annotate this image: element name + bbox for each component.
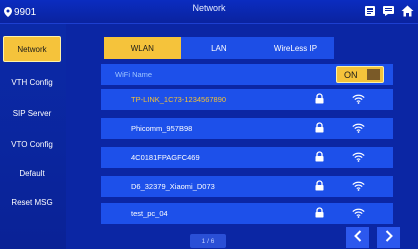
sidebar-item-network[interactable]: Network (3, 36, 61, 62)
lock-icon (315, 180, 324, 193)
main-panel: WLAN LAN WireLess IP WiFi Name ON TP-LIN… (66, 24, 418, 249)
top-bar: 9901 Network (0, 0, 418, 24)
wifi-signal-icon (352, 123, 365, 135)
previous-page-button[interactable] (346, 227, 369, 248)
wifi-signal-icon (352, 208, 365, 220)
wifi-name-label: WiFi Name (115, 70, 153, 79)
wifi-ssid: 4C0181FPAGFC469 (131, 153, 200, 162)
sidebar-item-label: SIP Server (12, 108, 52, 118)
home-icon[interactable] (401, 4, 414, 22)
wifi-ssid: Phicomm_957B98 (131, 124, 193, 133)
sidebar: Network VTH Config SIP Server VTO Config… (0, 24, 66, 249)
wifi-network-row[interactable]: test_pc_04 (101, 203, 393, 224)
wifi-ssid: test_pc_04 (131, 209, 168, 218)
chevron-right-icon (385, 229, 393, 247)
wifi-toggle[interactable]: ON (336, 66, 384, 83)
sidebar-item-default[interactable]: Default (3, 160, 61, 186)
wifi-signal-icon (352, 94, 365, 106)
wifi-ssid: TP-LINK_1C73-1234567890 (131, 95, 227, 104)
wifi-toggle-label: ON (344, 70, 358, 80)
tab-wireless-ip[interactable]: WireLess IP (257, 37, 334, 59)
wifi-network-row[interactable]: Phicomm_957B98 (101, 118, 393, 139)
message-icon[interactable] (382, 4, 395, 22)
book-icon[interactable] (364, 4, 376, 22)
wifi-header-row: WiFi Name ON (101, 64, 393, 85)
sidebar-item-vto-config[interactable]: VTO Config (3, 131, 61, 157)
toggle-knob (367, 69, 380, 80)
lock-icon (315, 207, 324, 220)
sidebar-item-label: Default (19, 168, 45, 178)
page-indicator: 1 / 6 (190, 234, 226, 248)
lock-icon (315, 151, 324, 164)
sidebar-item-label: Network (17, 44, 47, 54)
lock-icon (315, 93, 324, 106)
wifi-signal-icon (352, 181, 365, 193)
next-page-button[interactable] (377, 227, 400, 248)
wifi-signal-icon (352, 152, 365, 164)
wifi-ssid: D6_32379_Xiaomi_D073 (131, 182, 215, 191)
wifi-list: WiFi Name ON TP-LINK_1C73-1234567890 Phi… (101, 64, 393, 224)
page-title: Network (192, 3, 226, 13)
wifi-network-row[interactable]: TP-LINK_1C73-1234567890 (101, 89, 393, 110)
sidebar-item-vth-config[interactable]: VTH Config (3, 69, 61, 95)
tab-lan[interactable]: LAN (181, 37, 258, 59)
sidebar-item-reset-msg[interactable]: Reset MSG (3, 189, 61, 215)
sidebar-item-label: VTH Config (11, 77, 53, 87)
tab-wlan[interactable]: WLAN (104, 37, 181, 59)
tab-bar: WLAN LAN WireLess IP (104, 37, 334, 59)
chevron-left-icon (353, 229, 362, 247)
wifi-network-row[interactable]: D6_32379_Xiaomi_D073 (101, 176, 393, 197)
sidebar-item-sip-server[interactable]: SIP Server (3, 100, 61, 126)
sidebar-item-label: VTO Config (11, 139, 53, 149)
wifi-network-row[interactable]: 4C0181FPAGFC469 (101, 147, 393, 168)
lock-icon (315, 122, 324, 135)
sidebar-item-label: Reset MSG (11, 197, 53, 207)
